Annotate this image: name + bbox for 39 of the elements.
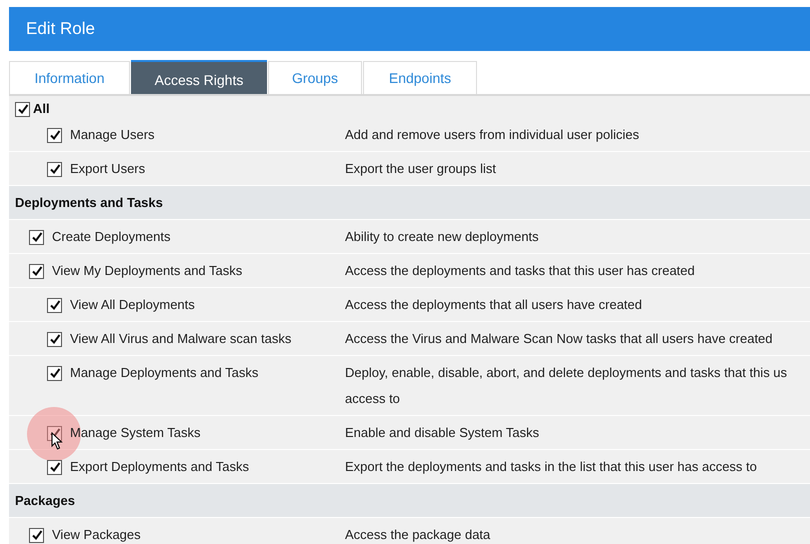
checkbox[interactable] xyxy=(47,162,62,176)
permission-label: Export Deployments and Tasks xyxy=(70,459,249,475)
group-label: All xyxy=(33,100,50,118)
tab[interactable]: Endpoints xyxy=(363,61,477,94)
permission-description: Export the user groups list xyxy=(345,161,498,177)
checkbox[interactable] xyxy=(29,528,44,542)
permission-label: View Packages xyxy=(52,527,141,543)
checkbox[interactable] xyxy=(47,128,62,142)
checkbox[interactable] xyxy=(47,460,62,474)
permission-description: Enable and disable System Tasks xyxy=(345,425,540,441)
permission-label: Export Users xyxy=(70,161,146,177)
permission-label: Manage Deployments and Tasks xyxy=(70,365,258,381)
checkbox[interactable] xyxy=(47,298,62,312)
permission-label: View All Deployments xyxy=(70,297,195,313)
permission-description: Access the deployments and tasks that this user has created xyxy=(345,263,696,279)
checkbox[interactable] xyxy=(29,264,44,278)
checkbox[interactable] xyxy=(29,230,44,244)
section-title: Deployments and Tasks xyxy=(15,194,163,212)
checkbox[interactable] xyxy=(15,102,30,116)
permission-label: View My Deployments and Tasks xyxy=(52,263,242,279)
checkbox[interactable] xyxy=(47,366,62,380)
tab[interactable]: Information xyxy=(9,61,130,94)
permission-description: Access the Virus and Malware Scan Now tasks that all users have created xyxy=(345,331,774,347)
permission-description: Access the deployments that all users have created xyxy=(345,297,643,313)
permission-label: Manage System Tasks xyxy=(70,425,201,441)
section-title: Packages xyxy=(15,492,75,510)
permission-description: Export the deployments and tasks in the list that this user has access to xyxy=(345,459,758,475)
permission-description: Access the package data xyxy=(345,527,492,543)
permission-description: Add and remove users from individual user policies xyxy=(345,127,640,143)
window-title: Edit Role xyxy=(26,18,95,40)
permission-description: Ability to create new deployments xyxy=(345,229,540,245)
tab[interactable]: Access Rights xyxy=(131,60,267,94)
permission-label: Create Deployments xyxy=(52,229,170,245)
permission-description: access to xyxy=(345,391,401,407)
permission-description: Deploy, enable, disable, abort, and delete deployments and tasks that this us xyxy=(345,365,788,381)
permission-label: Manage Users xyxy=(70,127,155,143)
permission-label: View All Virus and Malware scan tasks xyxy=(70,331,292,347)
tab[interactable]: Groups xyxy=(268,61,362,94)
checkbox[interactable] xyxy=(47,332,62,346)
